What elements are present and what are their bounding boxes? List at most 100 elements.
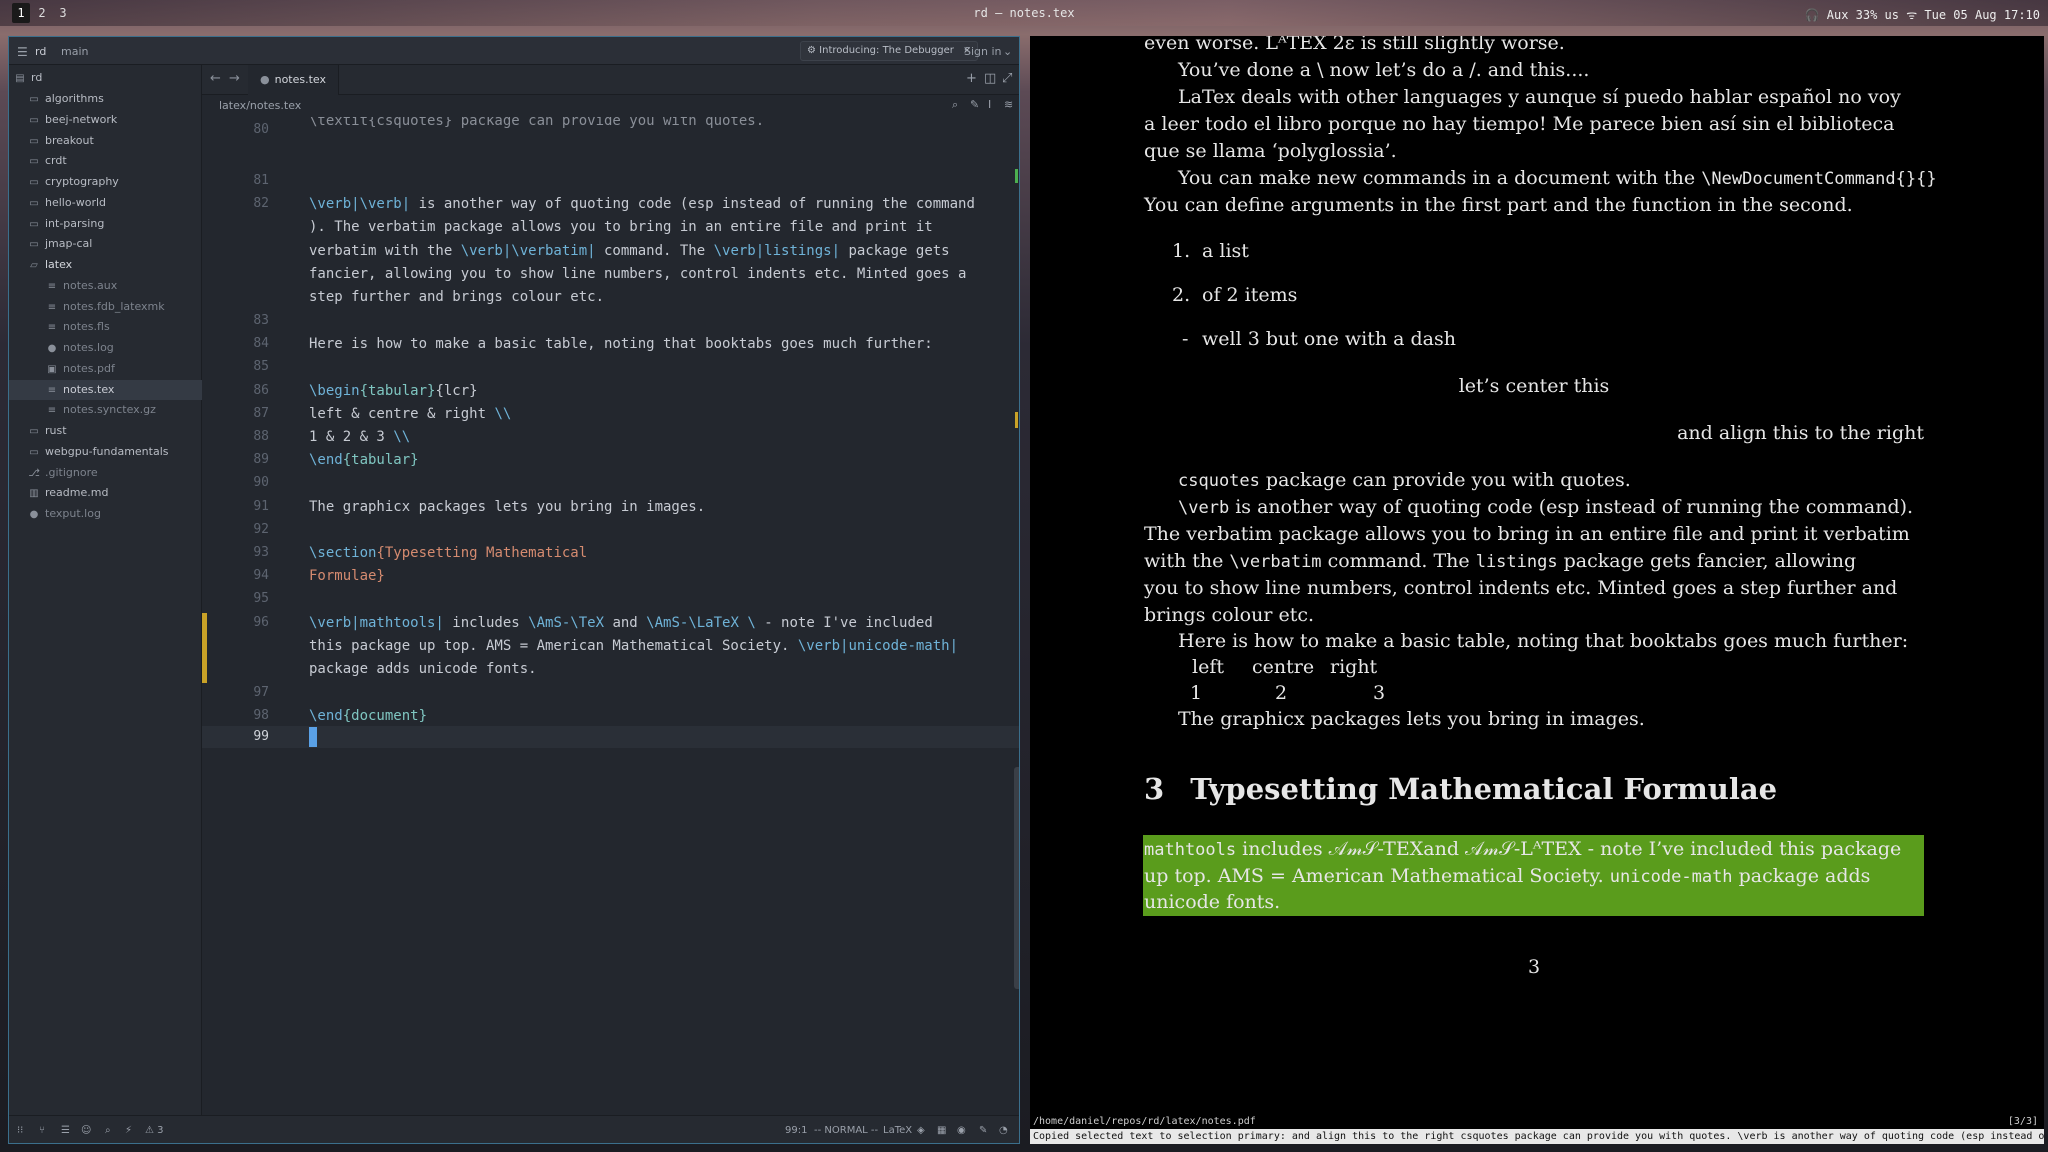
announcement-banner[interactable]: ⚙ Introducing: The Debugger × (800, 41, 979, 61)
tree-file-notes-fls[interactable]: ≡ notes.fls (9, 317, 202, 337)
code-token: includes (443, 615, 529, 631)
tree-item-jmap-cal[interactable]: ▭ jmap-cal (9, 234, 202, 254)
tree-file-notes-tex[interactable]: ≡ notes.tex (9, 380, 202, 400)
line-number: 81 (253, 173, 269, 188)
tree-label: latex (45, 258, 73, 271)
code-token: \begin (309, 383, 360, 399)
code-token: {document} (342, 708, 428, 724)
tab-notes-tex[interactable]: ● notes.tex (248, 65, 340, 95)
tree-item-breakout[interactable]: ▭ breakout (9, 131, 202, 151)
pdf-text-line: even worse. LᴬTEX 2ε is still slightly w… (1144, 36, 1565, 54)
pdf-text-line: You can make new commands in a document … (1178, 165, 1937, 193)
code-line-80: \textit{csquotes} package can provide yo… (309, 117, 765, 129)
outline-icon[interactable]: ☰ (61, 1125, 70, 1136)
tree-label: breakout (45, 134, 94, 147)
back-arrow-icon[interactable]: ← (210, 71, 221, 86)
pdf-list-marker: - (1182, 328, 1189, 350)
pdf-list-item: a list (1202, 240, 1249, 262)
split-pane-icon[interactable]: ◫ (984, 71, 996, 86)
pdf-code-text: unicode-math (1609, 867, 1733, 887)
text-cursor (309, 727, 317, 747)
code-line-91: The graphicx packages lets you bring in … (309, 499, 706, 515)
tree-label: rd (31, 71, 43, 84)
branch-name[interactable]: main (61, 45, 88, 58)
project-name[interactable]: rd (35, 45, 46, 58)
tree-item-latex[interactable]: ▱ latex (9, 255, 202, 275)
code-editor[interactable]: 80 81 82 83 84 85 86 87 88 89 90 91 92 9… (202, 117, 1019, 1115)
language-selector[interactable]: LaTeX (883, 1125, 912, 1136)
tree-item-int-parsing[interactable]: ▭ int-parsing (9, 214, 202, 234)
notebook-icon[interactable]: ▦ (937, 1125, 946, 1136)
tree-item-beej-network[interactable]: ▭ beej-network (9, 110, 202, 130)
scrollbar-diff-marker (1015, 412, 1018, 428)
tree-item-webgpu-fundamentals[interactable]: ▭ webgpu-fundamentals (9, 442, 202, 462)
tree-file-notes-aux[interactable]: ≡ notes.aux (9, 276, 202, 296)
tree-item-crdt[interactable]: ▭ crdt (9, 151, 202, 171)
copilot-icon[interactable]: ◈ (917, 1125, 925, 1136)
pdf-selected-line: up top. AMS = American Mathematical Soci… (1144, 863, 1870, 891)
tree-file-notes-fdb-latexmk[interactable]: ≡ notes.fdb_latexmk (9, 297, 202, 317)
code-line-82: \verb|\verb| is another way of quoting c… (309, 196, 975, 212)
code-line-82-wrap: step further and brings colour etc. (309, 289, 605, 305)
editor-scrollbar[interactable] (1014, 767, 1019, 989)
text-cursor-icon[interactable]: I (988, 98, 991, 111)
vim-mode: -- NORMAL -- (814, 1125, 879, 1136)
line-number: 92 (253, 522, 269, 537)
line-number: 87 (253, 406, 269, 421)
maximize-icon[interactable]: ⤢ (1002, 71, 1012, 86)
search-icon[interactable]: ⌕ (952, 98, 958, 112)
tree-file-gitignore[interactable]: ⎇ .gitignore (9, 463, 202, 483)
code-token: \verb|\verb| (309, 196, 411, 212)
line-number: 89 (253, 452, 269, 467)
settings-sliders-icon[interactable]: ≋ (1004, 98, 1013, 111)
project-panel-icon[interactable]: ⁝⁝ (17, 1125, 23, 1136)
tree-file-notes-synctex[interactable]: ≡ notes.synctex.gz (9, 400, 202, 420)
tree-item-hello-world[interactable]: ▭ hello-world (9, 193, 202, 213)
folder-icon: ▭ (29, 115, 39, 126)
pdf-text: package gets fancier, allowing (1557, 550, 1857, 572)
tree-label: beej-network (45, 113, 118, 126)
tree-file-notes-log[interactable]: ● notes.log (9, 338, 202, 358)
tree-item-algorithms[interactable]: ▭ algorithms (9, 89, 202, 109)
search-icon[interactable]: ⌕ (105, 1125, 111, 1136)
pdf-text: includes 𝒜𝓂𝒮-TEXand 𝒜𝓂𝒮-LᴬTEX - note I’v… (1236, 838, 1902, 860)
folder-icon: ▭ (29, 94, 39, 105)
breadcrumb[interactable]: latex/notes.tex (219, 99, 301, 112)
git-branch-icon[interactable]: ⑂ (39, 1125, 45, 1136)
pdf-right-aligned-text: and align this to the right (1677, 422, 1924, 444)
cursor-position[interactable]: 99:1 (785, 1125, 807, 1136)
code-line-88: 1 & 2 & 3 \\ (309, 429, 410, 445)
bolt-icon[interactable]: ⚡ (125, 1125, 132, 1136)
sparkle-icon[interactable]: ✎ (970, 98, 979, 111)
tree-file-readme[interactable]: ▥ readme.md (9, 483, 202, 503)
ai-icon[interactable]: ✎ (979, 1125, 987, 1136)
code-line-87: left & centre & right \\ (309, 406, 511, 422)
tree-file-texput-log[interactable]: ● texput.log (9, 504, 202, 524)
pdf-page[interactable]: even worse. LᴬTEX 2ε is still slightly w… (1030, 36, 2044, 1116)
tree-root[interactable]: ▤ rd (9, 68, 202, 88)
bell-icon[interactable]: ◔ (999, 1125, 1008, 1136)
code-token: {lcr} (435, 383, 478, 399)
pdf-code-text: mathtools (1144, 840, 1237, 860)
forward-arrow-icon[interactable]: → (229, 71, 240, 86)
assistant-icon[interactable]: ◉ (957, 1125, 966, 1136)
pdf-section-heading: 3 Typesetting Mathematical Formulae (1144, 775, 1777, 804)
code-token: left & centre & right (309, 406, 495, 422)
tree-item-rust[interactable]: ▭ rust (9, 421, 202, 441)
plus-icon[interactable]: + (966, 71, 977, 86)
collab-icon[interactable]: ☺ (81, 1125, 91, 1136)
chevron-down-icon[interactable]: ⌄ (1003, 45, 1012, 58)
pdf-table-cell: 2 (1275, 682, 1288, 704)
code-token: {tabular} (359, 383, 436, 399)
line-number: 96 (253, 615, 269, 630)
line-number: 82 (253, 196, 269, 211)
diagnostics-button[interactable]: ⚠ 3 (145, 1125, 164, 1136)
system-status: 🎧 Aux 33% us ᯤ Tue 05 Aug 17:10 (1804, 8, 2040, 22)
menu-icon[interactable]: ☰ (17, 45, 28, 59)
code-line-84: Here is how to make a basic table, notin… (309, 336, 933, 352)
tree-item-cryptography[interactable]: ▭ cryptography (9, 172, 202, 192)
code-token: {Typesetting Mathematical (376, 545, 588, 561)
sign-in-button[interactable]: Sign in (964, 45, 1002, 58)
tree-file-notes-pdf[interactable]: ▣ notes.pdf (9, 359, 202, 379)
folder-icon: ▭ (29, 198, 39, 209)
